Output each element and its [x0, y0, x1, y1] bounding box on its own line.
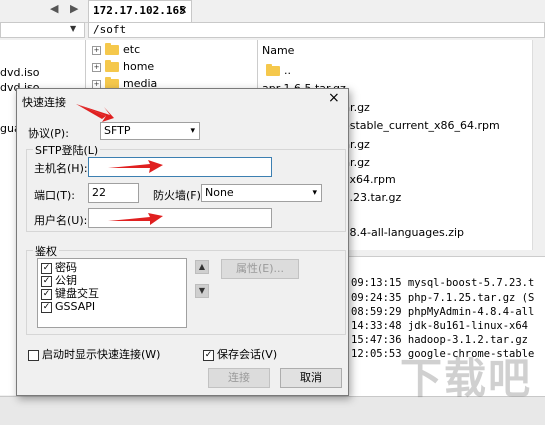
log-row: 09:13:15 mysql-boost-5.7.23.t	[351, 277, 535, 289]
protocol-value: SFTP	[104, 124, 131, 137]
watermark: 下载吧	[400, 354, 533, 403]
remote-path-input[interactable]: /soft	[88, 22, 545, 38]
firewall-select[interactable]: None ▾	[201, 184, 322, 202]
auth-methods-list[interactable]: ✓ 密码 ✓ 公钥 ✓ 键盘交互 ✓ GSSAPI	[37, 258, 187, 328]
folder-icon	[105, 60, 119, 72]
tab-close-icon[interactable]: ×	[179, 1, 187, 21]
auth-method-label: 密码	[55, 261, 77, 274]
move-down-icon[interactable]: ▼	[195, 284, 209, 298]
nav-prev-icon[interactable]: ◀	[50, 2, 58, 15]
auth-method-label: 公钥	[55, 274, 77, 287]
close-icon[interactable]: ×	[328, 90, 340, 106]
checkbox-label: 启动时显示快速连接(W)	[42, 348, 161, 361]
firewall-value: None	[205, 186, 234, 199]
cancel-button[interactable]: 取消	[280, 368, 342, 388]
expand-icon[interactable]: +	[92, 45, 101, 55]
checkbox-label: 保存会话(V)	[217, 348, 278, 361]
annotation-arrow-icon	[108, 160, 163, 173]
list-item[interactable]: e-stable_current_x86_64.rpm	[339, 119, 500, 132]
tab-strip	[0, 0, 545, 23]
dialog-title: 快速连接	[22, 96, 66, 109]
annotation-arrow-icon	[76, 104, 114, 122]
tree-item-home[interactable]: + home	[92, 59, 154, 75]
show-at-startup-checkbox[interactable]: 启动时显示快速连接(W)	[28, 346, 160, 362]
save-session-checkbox[interactable]: ✓ 保存会话(V)	[203, 346, 277, 362]
nav-next-icon[interactable]: ▶	[70, 2, 78, 15]
port-input[interactable]: 22	[88, 183, 139, 203]
checkbox-checked-icon[interactable]: ✓	[41, 301, 52, 313]
column-header-name[interactable]: Name	[262, 44, 294, 57]
properties-button[interactable]: 属性(E)...	[221, 259, 299, 279]
connect-button[interactable]: 连接	[208, 368, 270, 388]
auth-method-publickey[interactable]: ✓ 公钥	[41, 274, 77, 287]
chevron-down-icon[interactable]: ▼	[70, 24, 76, 33]
checkbox-checked-icon[interactable]: ✓	[41, 262, 52, 274]
auth-method-label: 键盘交互	[55, 287, 99, 300]
auth-method-gssapi[interactable]: ✓ GSSAPI	[41, 300, 95, 313]
checkbox-checked-icon[interactable]: ✓	[41, 275, 52, 287]
folder-icon	[266, 64, 280, 76]
auth-method-password[interactable]: ✓ 密码	[41, 261, 77, 274]
move-up-icon[interactable]: ▲	[195, 260, 209, 274]
log-row: 14:33:48 jdk-8u161-linux-x64	[351, 320, 529, 332]
group-title: 鉴权	[33, 243, 59, 259]
list-item[interactable]: ..	[266, 64, 291, 77]
annotation-arrow-icon	[108, 213, 163, 225]
list-item[interactable]: dvd.iso	[0, 66, 40, 79]
list-item[interactable]: 4.8.4-all-languages.zip	[339, 226, 464, 239]
tab-remote-session[interactable]: 172.17.102.165 ×	[88, 0, 192, 22]
protocol-label: 协议(P):	[28, 127, 69, 140]
folder-icon	[105, 43, 119, 55]
host-label: 主机名(H):	[34, 162, 88, 175]
checkbox-checked-icon[interactable]: ✓	[41, 288, 52, 300]
chevron-down-icon: ▾	[190, 126, 195, 136]
expand-icon[interactable]: +	[92, 62, 101, 72]
auth-method-keyboard[interactable]: ✓ 键盘交互	[41, 287, 99, 300]
group-title: SFTP登陆(L)	[33, 142, 101, 158]
checkbox-checked-icon[interactable]: ✓	[203, 349, 214, 361]
tree-item-label: home	[123, 60, 155, 73]
chevron-down-icon: ▾	[312, 188, 317, 198]
protocol-select[interactable]: SFTP ▾	[100, 122, 200, 140]
port-label: 端口(T):	[34, 189, 76, 202]
scrollbar[interactable]	[532, 40, 545, 250]
tree-item-etc[interactable]: + etc	[92, 42, 140, 58]
tab-title: 172.17.102.165	[93, 4, 186, 17]
file-name: ..	[284, 64, 291, 77]
checkbox-unchecked-icon[interactable]	[28, 349, 39, 361]
auth-method-label: GSSAPI	[55, 300, 96, 313]
user-label: 用户名(U):	[34, 214, 88, 227]
log-row: 08:59:29 phpMyAdmin-4.8.4-all	[351, 306, 535, 318]
firewall-label: 防火墙(F):	[153, 189, 205, 202]
log-row: 09:24:35 php-7.1.25.tar.gz (S	[351, 292, 535, 304]
tree-item-label: etc	[123, 43, 141, 56]
